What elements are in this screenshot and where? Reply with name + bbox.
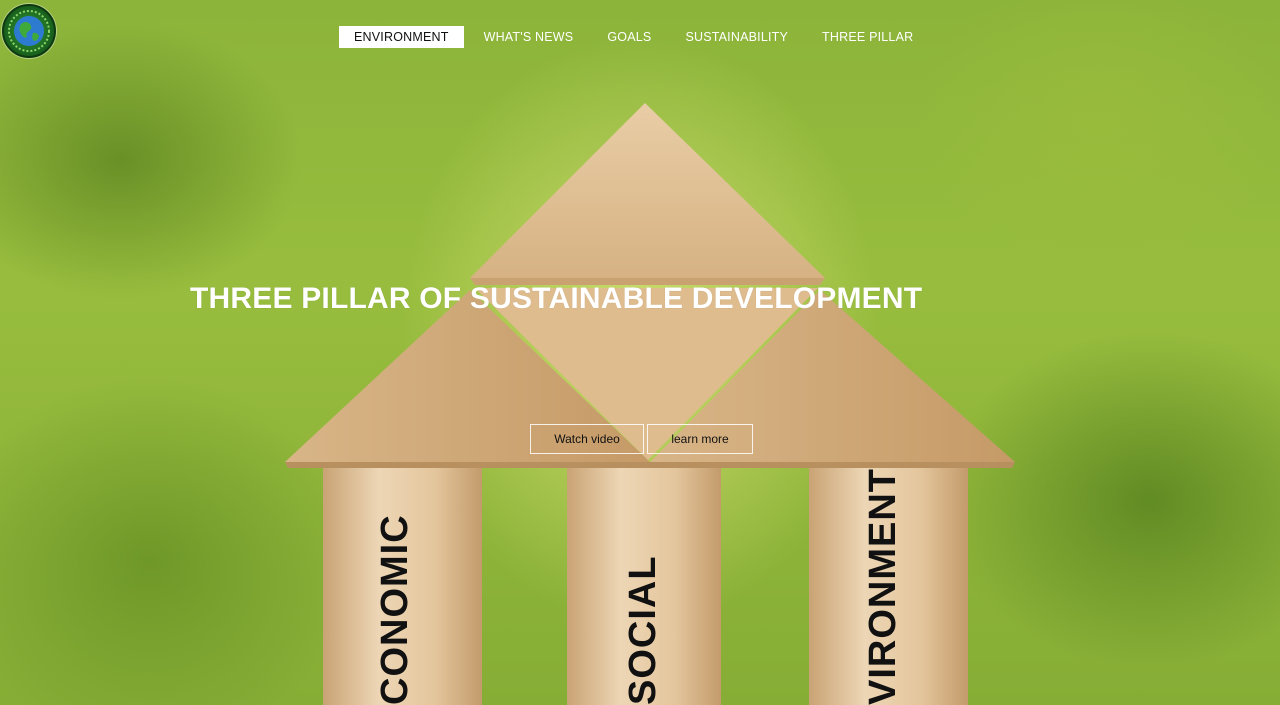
nav-item-goals[interactable]: GOALS <box>590 26 668 48</box>
pillar-label-social: SOCIAL <box>622 555 664 705</box>
roof-top-block <box>470 103 825 278</box>
nav-item-whats-news[interactable]: WHAT'S NEWS <box>467 26 591 48</box>
watch-video-button[interactable]: Watch video <box>530 424 644 454</box>
learn-more-button[interactable]: learn more <box>647 424 753 454</box>
nav-item-three-pillar[interactable]: THREE PILLAR <box>805 26 930 48</box>
pillar-label-economic: CONOMIC <box>374 514 416 705</box>
nav-item-environment[interactable]: ENVIRONMENT <box>339 26 464 48</box>
globe-logo-icon <box>8 10 50 52</box>
pillar-label-environment: VIRONMENT <box>862 468 904 705</box>
hero-title: THREE PILLAR OF SUSTAINABLE DEVELOPMENT <box>190 282 923 315</box>
nav-item-sustainability[interactable]: SUSTAINABILITY <box>668 26 805 48</box>
main-nav: ENVIRONMENT WHAT'S NEWS GOALS SUSTAINABI… <box>339 26 930 48</box>
site-logo[interactable] <box>2 4 56 58</box>
